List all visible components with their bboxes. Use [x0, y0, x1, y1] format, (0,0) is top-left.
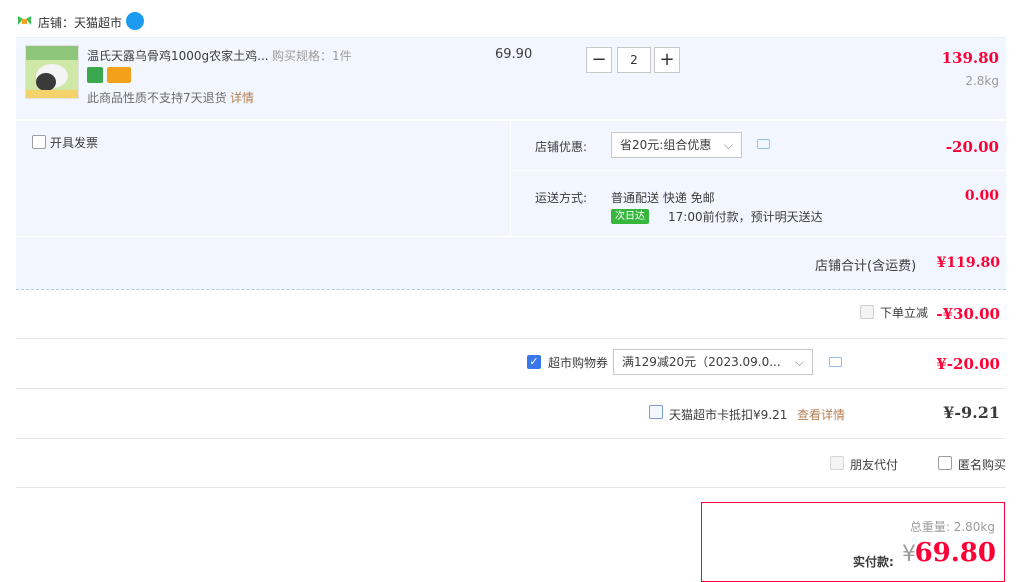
- pay-amount: 69.80: [914, 538, 996, 568]
- return-policy-note: 此商品性质不支持7天退货: [87, 91, 227, 105]
- divider: [16, 438, 1006, 439]
- quality-badge-icon: [87, 67, 103, 83]
- card-badge-icon: [107, 67, 131, 83]
- divider: [510, 121, 511, 236]
- supermarket-card-amount: ¥-9.21: [943, 403, 1000, 422]
- item-subtotal: 139.80: [941, 49, 999, 67]
- divider: [16, 338, 1006, 339]
- message-icon[interactable]: [757, 139, 770, 149]
- product-title[interactable]: 温氏天露乌骨鸡1000g农家土鸡...: [87, 47, 269, 64]
- shop-discount-label: 店铺优惠:: [535, 140, 588, 154]
- shop-discount-value: 省20元:组合优惠: [620, 138, 712, 152]
- pay-label: 实付款:: [853, 555, 894, 569]
- instant-discount-amount: -¥30.00: [936, 305, 1000, 323]
- coupon-amount: ¥-20.00: [936, 355, 1000, 373]
- anonymous-purchase-checkbox[interactable]: [938, 456, 952, 470]
- quantity-input[interactable]: 2: [617, 47, 651, 73]
- product-spec: 购买规格：1件: [272, 49, 352, 63]
- quantity-increase-button[interactable]: +: [654, 47, 680, 73]
- product-thumbnail[interactable]: [25, 45, 79, 99]
- anonymous-purchase-label[interactable]: 匿名购买: [958, 456, 1006, 473]
- supermarket-card-checkbox[interactable]: [649, 405, 663, 419]
- return-policy-details-link[interactable]: 详情: [230, 89, 254, 106]
- chevron-down-icon: ⌵: [723, 138, 733, 152]
- shop-discount-select[interactable]: 省20元:组合优惠 ⌵: [611, 132, 742, 158]
- shop-discount-amount: -20.00: [945, 138, 999, 156]
- divider: [510, 170, 1006, 171]
- coupon-select[interactable]: 满129减20元（2023.09.0... ⌵: [613, 349, 813, 375]
- coupon-checkbox[interactable]: ✓: [527, 355, 541, 369]
- shop-name[interactable]: 店铺：天猫超市: [38, 14, 122, 31]
- shop-icon: [18, 16, 31, 25]
- invoice-label[interactable]: 开具发票: [50, 134, 98, 151]
- total-weight: 总重量: 2.80kg: [909, 520, 995, 534]
- wangwang-chat-icon[interactable]: [126, 12, 144, 30]
- divider: [16, 487, 1006, 488]
- next-day-delivery-badge: 次日达: [611, 209, 649, 224]
- shipping-amount: 0.00: [964, 188, 999, 204]
- quantity-decrease-button[interactable]: −: [586, 47, 612, 73]
- message-icon[interactable]: [829, 357, 842, 367]
- divider: [16, 236, 1006, 237]
- coupon-label[interactable]: 超市购物券: [548, 354, 608, 371]
- friend-pay-checkbox: [830, 456, 844, 470]
- instant-discount-label: 下单立减: [880, 306, 929, 320]
- supermarket-card-label[interactable]: 天猫超市卡抵扣¥9.21: [669, 406, 787, 423]
- shop-total-amount: ¥119.80: [936, 255, 1000, 271]
- friend-pay-label: 朋友代付: [850, 458, 899, 472]
- shipping-method: 普通配送 快递 免邮: [611, 191, 715, 205]
- invoice-checkbox[interactable]: [32, 135, 46, 149]
- chevron-down-icon: ⌵: [794, 355, 804, 369]
- divider: [16, 388, 1006, 389]
- unit-price: 69.90: [495, 47, 533, 62]
- shipping-label: 运送方式:: [535, 191, 588, 205]
- shop-total-label: 店铺合计(含运费): [815, 259, 917, 274]
- instant-discount-checkbox: [860, 305, 874, 319]
- delivery-estimate: 17:00前付款，预计明天送达: [668, 210, 823, 224]
- coupon-value: 满129减20元（2023.09.0...: [622, 355, 781, 369]
- item-weight: 2.8kg: [965, 74, 999, 88]
- card-details-link[interactable]: 查看详情: [797, 406, 845, 423]
